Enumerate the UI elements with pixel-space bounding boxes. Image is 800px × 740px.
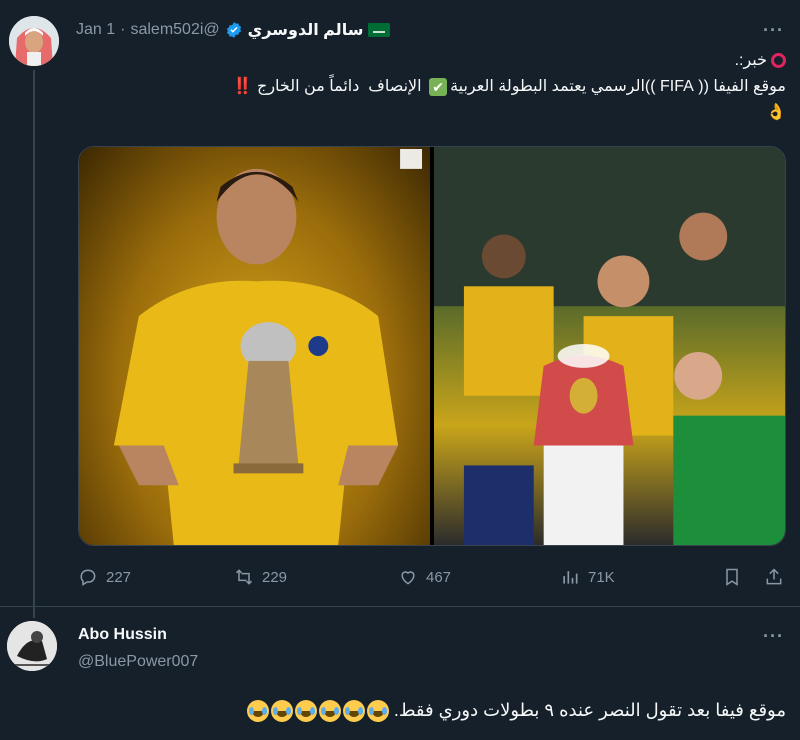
- tweet-text: خبر:. موقع الفيفا (( FIFA ))الرسمي يعتمد…: [76, 48, 786, 126]
- views-chart-icon: [563, 571, 578, 584]
- like-count: 467: [426, 568, 452, 586]
- tweet-text-main: موقع الفيفا (( FIFA ))الرسمي يعتمد البطو…: [450, 78, 786, 95]
- bookmark-icon: [726, 568, 738, 586]
- author-handle[interactable]: @salem502i: [130, 21, 219, 39]
- double-exclamation-icon: ‼️: [232, 78, 253, 95]
- meta-separator: ·: [120, 21, 126, 38]
- heart-icon: [401, 571, 415, 585]
- laughing-emoji-row: [246, 700, 389, 723]
- reply-icon: [80, 569, 96, 586]
- reply-avatar-image: [7, 621, 57, 671]
- saudi-flag-icon: [368, 23, 391, 37]
- celebration-photo: [434, 147, 785, 545]
- tweet-text-line-1: خبر:.: [76, 48, 786, 74]
- retweet-button[interactable]: 229: [234, 567, 287, 587]
- avatar-image: [9, 16, 59, 66]
- rolling-laughing-emoji-icon: [246, 700, 269, 723]
- tweet-media-grid: [78, 146, 786, 546]
- joy-emoji-icon: [366, 700, 389, 723]
- author-name[interactable]: سالم الدوسري: [248, 20, 364, 40]
- share-button[interactable]: [764, 567, 784, 587]
- tweet-more-options-icon[interactable]: ···: [763, 20, 784, 41]
- tweet-action-bar: 227 229 467 71K: [76, 564, 788, 590]
- verified-badge-icon: [226, 22, 241, 38]
- joy-emoji-icon: [318, 700, 341, 723]
- author-avatar[interactable]: [9, 16, 59, 66]
- author-meta: سالم الدوسري @salem502i · Jan 1: [76, 20, 391, 40]
- rolling-laughing-emoji-icon: [342, 700, 365, 723]
- reply-text-content: موقع فيفا بعد تقول النصر عنده ٩ بطولات د…: [393, 700, 786, 720]
- joy-emoji-icon: [270, 700, 293, 723]
- reply-button[interactable]: 227: [78, 567, 131, 587]
- media-image-celebration[interactable]: [434, 147, 785, 545]
- views-button[interactable]: 71K: [560, 567, 615, 587]
- media-image-ronaldo-trophy[interactable]: [79, 147, 430, 545]
- red-circle-icon: [771, 53, 786, 69]
- tweet-text-news-label: خبر:.: [734, 52, 767, 69]
- tweet-text-tail: الإنصاف دائماً من الخارج: [252, 78, 427, 95]
- reply-author-name[interactable]: Abo Hussin: [78, 626, 167, 644]
- reply-author-avatar[interactable]: [7, 621, 57, 671]
- thread-connector-line: [33, 70, 35, 618]
- reply-more-options-icon[interactable]: ···: [763, 626, 784, 647]
- reply-text: موقع فيفا بعد تقول النصر عنده ٩ بطولات د…: [246, 700, 786, 723]
- reply-author-handle[interactable]: @BluePower007: [78, 653, 198, 671]
- ok-hand-icon: 👌: [766, 104, 786, 121]
- retweet-count: 229: [262, 568, 288, 586]
- bookmark-button[interactable]: [722, 567, 742, 587]
- tweet-date[interactable]: Jan 1: [76, 21, 115, 39]
- like-button[interactable]: 467: [398, 567, 451, 587]
- ronaldo-illustration: [113, 148, 423, 545]
- rolling-laughing-emoji-icon: [294, 700, 317, 723]
- tweet-text-line-3: 👌: [76, 100, 786, 126]
- check-mark-icon: ✔: [429, 77, 448, 96]
- views-count: 71K: [588, 568, 615, 586]
- tweet-header: سالم الدوسري @salem502i · Jan 1 ···: [76, 18, 784, 42]
- share-icon: [766, 568, 782, 585]
- divider: [0, 606, 800, 607]
- reply-count: 227: [106, 568, 132, 586]
- retweet-icon: [235, 569, 253, 585]
- tweet-text-line-2: موقع الفيفا (( FIFA ))الرسمي يعتمد البطو…: [76, 74, 786, 100]
